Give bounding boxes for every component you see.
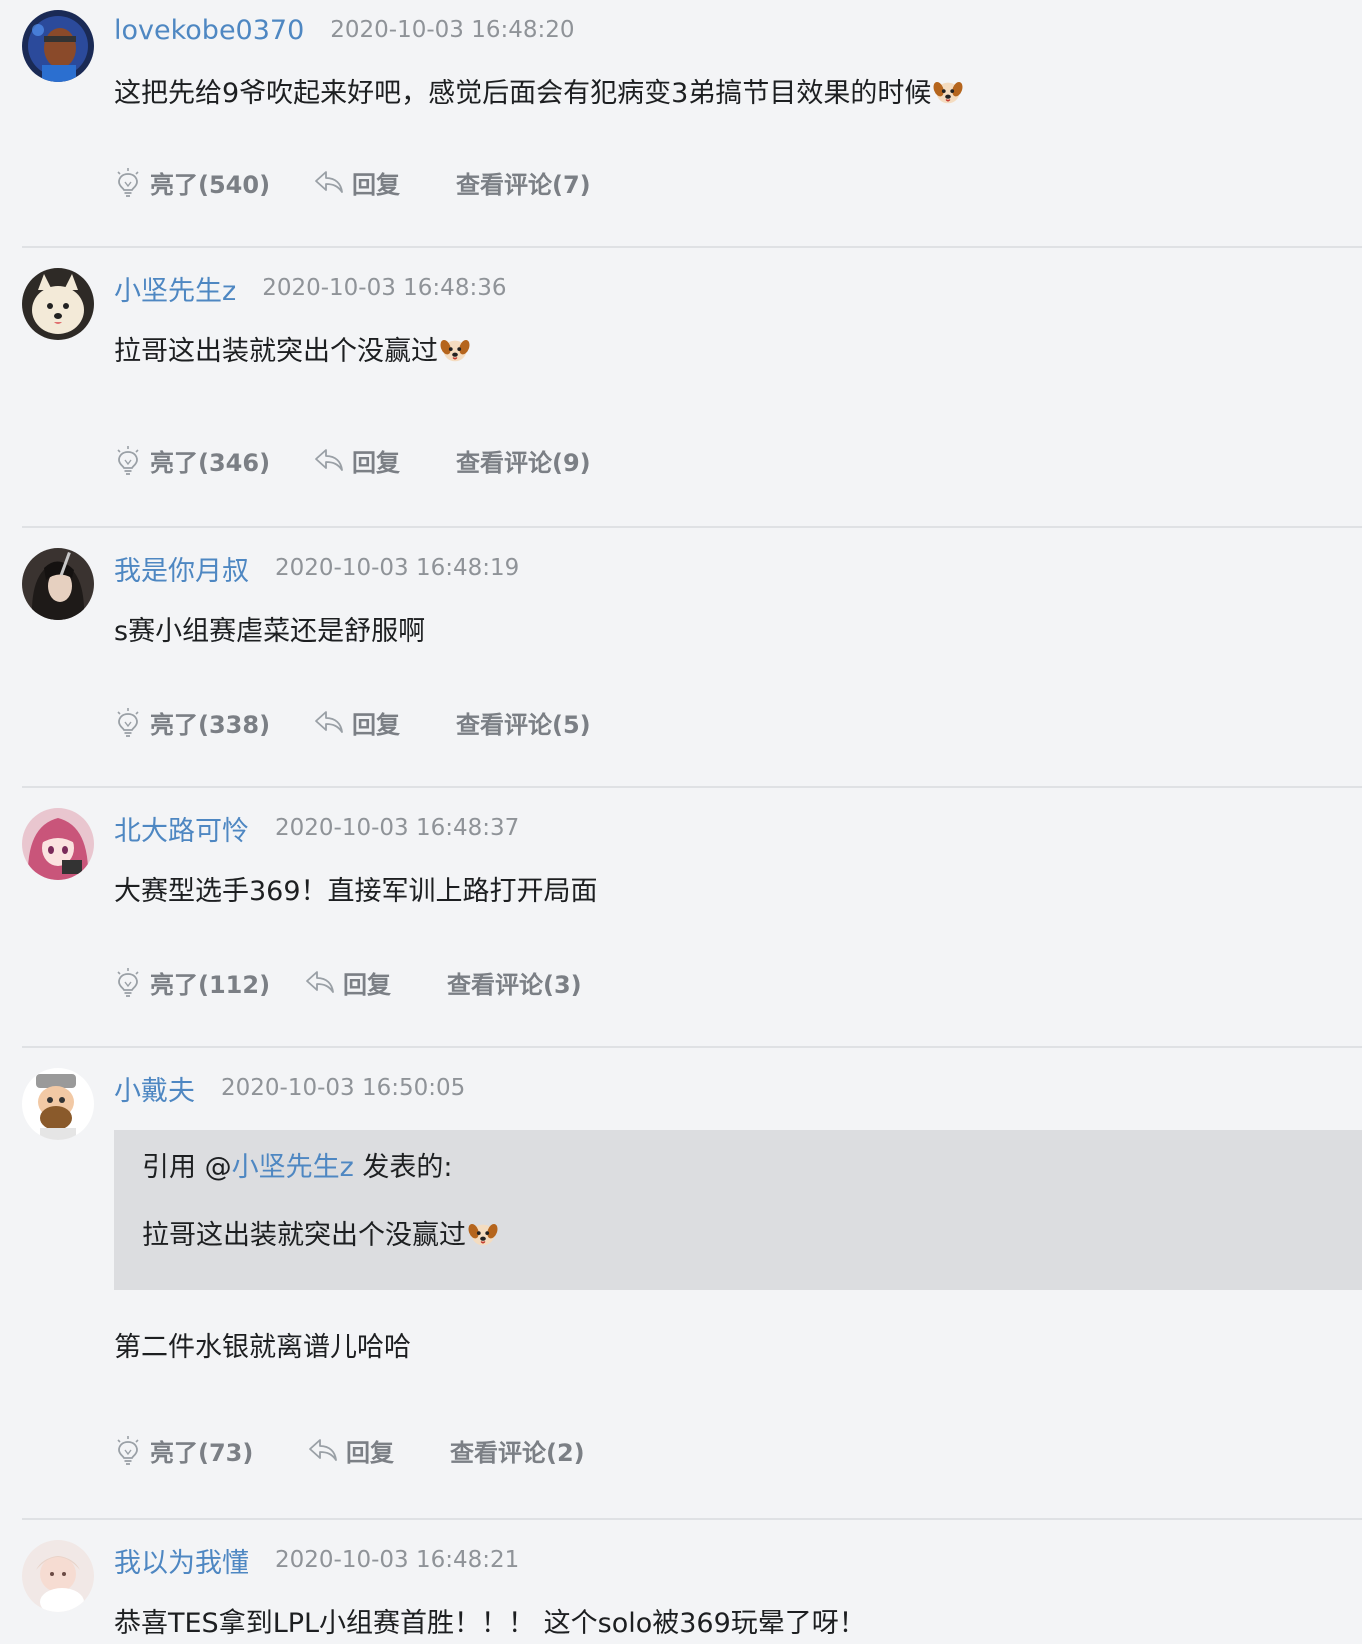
comment-header: 北大路可怜 2020-10-03 16:48:37 — [114, 808, 519, 848]
avatar[interactable] — [22, 548, 94, 620]
divider — [22, 526, 1362, 528]
reply-arrow-icon — [314, 169, 344, 195]
avatar[interactable] — [22, 268, 94, 340]
reply-button[interactable]: 回复 — [308, 1433, 450, 1468]
comment-header: lovekobe0370 2020-10-03 16:48:20 — [114, 10, 575, 50]
timestamp: 2020-10-03 16:48:21 — [275, 1547, 520, 1573]
timestamp: 2020-10-03 16:48:20 — [330, 17, 575, 43]
timestamp: 2020-10-03 16:48:36 — [262, 275, 507, 301]
dog-face-emoji — [440, 335, 470, 365]
comment-item: 小戴夫 2020-10-03 16:50:05 引用 @小坚先生z 发表的: 拉… — [22, 1058, 1362, 1520]
reply-button[interactable]: 回复 — [305, 965, 447, 1000]
reply-arrow-icon — [305, 969, 335, 995]
quoted-comment: 引用 @小坚先生z 发表的: 拉哥这出装就突出个没赢过 — [114, 1130, 1362, 1290]
username-link[interactable]: 小坚先生z — [114, 269, 236, 308]
timestamp: 2020-10-03 16:50:05 — [221, 1075, 466, 1101]
dog-face-emoji — [468, 1219, 498, 1249]
view-comments-link[interactable]: 查看评论(5) — [456, 705, 591, 740]
avatar[interactable] — [22, 10, 94, 82]
divider — [22, 1046, 1362, 1048]
lightbulb-icon — [114, 1435, 142, 1465]
comment-header: 我以为我懂 2020-10-03 16:48:21 — [114, 1540, 519, 1580]
comment-item: 我是你月叔 2020-10-03 16:48:19 s赛小组赛虐菜还是舒服啊 亮… — [22, 538, 1362, 788]
lightbulb-icon — [114, 707, 142, 737]
comment-text: 大赛型选手369！直接军训上路打开局面 — [114, 876, 598, 907]
comment-feed: lovekobe0370 2020-10-03 16:48:20 这把先给9爷吹… — [0, 0, 1362, 1644]
like-button[interactable]: 亮了(112) — [114, 965, 305, 1000]
comment-item: 我以为我懂 2020-10-03 16:48:21 恭喜TES拿到LPL小组赛首… — [22, 1530, 1362, 1644]
username-link[interactable]: 我是你月叔 — [114, 549, 249, 588]
like-button[interactable]: 亮了(346) — [114, 443, 314, 478]
timestamp: 2020-10-03 16:48:19 — [275, 555, 520, 581]
comment-text: 这把先给9爷吹起来好吧，感觉后面会有犯病变3弟搞节目效果的时候 — [114, 76, 1362, 112]
reply-arrow-icon — [314, 709, 344, 735]
avatar[interactable] — [22, 1068, 94, 1140]
comment-text: 恭喜TES拿到LPL小组赛首胜！！！ 这个solo被369玩晕了呀！ — [114, 1608, 866, 1639]
comment-header: 小坚先生z 2020-10-03 16:48:36 — [114, 268, 506, 308]
reply-arrow-icon — [314, 447, 344, 473]
quote-attribution: 引用 @小坚先生z 发表的: — [142, 1152, 453, 1183]
comment-actions: 亮了(338) 回复 查看评论(5) — [114, 704, 591, 740]
comment-actions: 亮了(112) 回复 查看评论(3) — [114, 964, 582, 1000]
comment-item: 北大路可怜 2020-10-03 16:48:37 大赛型选手369！直接军训上… — [22, 798, 1362, 1048]
divider — [22, 786, 1362, 788]
divider — [22, 1518, 1362, 1520]
username-link[interactable]: 我以为我懂 — [114, 1541, 249, 1580]
lightbulb-icon — [114, 167, 142, 197]
dog-face-emoji — [933, 77, 963, 107]
avatar[interactable] — [22, 1540, 94, 1612]
like-button[interactable]: 亮了(73) — [114, 1433, 308, 1468]
like-button[interactable]: 亮了(540) — [114, 165, 314, 200]
lightbulb-icon — [114, 967, 142, 997]
divider — [22, 246, 1362, 248]
timestamp: 2020-10-03 16:48:37 — [275, 815, 520, 841]
username-link[interactable]: 小戴夫 — [114, 1069, 195, 1108]
like-button[interactable]: 亮了(338) — [114, 705, 314, 740]
username-link[interactable]: lovekobe0370 — [114, 15, 304, 46]
comment-header: 我是你月叔 2020-10-03 16:48:19 — [114, 548, 519, 588]
view-comments-link[interactable]: 查看评论(7) — [456, 165, 591, 200]
lightbulb-icon — [114, 445, 142, 475]
quote-text: 拉哥这出装就突出个没赢过 — [142, 1218, 498, 1254]
quoted-username-link[interactable]: 小坚先生z — [232, 1152, 354, 1183]
comment-actions: 亮了(346) 回复 查看评论(9) — [114, 442, 591, 478]
comment-item: lovekobe0370 2020-10-03 16:48:20 这把先给9爷吹… — [22, 0, 1362, 248]
view-comments-link[interactable]: 查看评论(3) — [447, 965, 582, 1000]
reply-arrow-icon — [308, 1437, 338, 1463]
view-comments-link[interactable]: 查看评论(9) — [456, 443, 591, 478]
reply-button[interactable]: 回复 — [314, 705, 456, 740]
comment-actions: 亮了(540) 回复 查看评论(7) — [114, 164, 591, 200]
comment-actions: 亮了(73) 回复 查看评论(2) — [114, 1432, 585, 1468]
reply-button[interactable]: 回复 — [314, 443, 456, 478]
comment-item: 小坚先生z 2020-10-03 16:48:36 拉哥这出装就突出个没赢过 亮… — [22, 258, 1362, 528]
avatar[interactable] — [22, 808, 94, 880]
view-comments-link[interactable]: 查看评论(2) — [450, 1433, 585, 1468]
comment-text: s赛小组赛虐菜还是舒服啊 — [114, 616, 426, 647]
comment-header: 小戴夫 2020-10-03 16:50:05 — [114, 1068, 465, 1108]
comment-text: 第二件水银就离谱儿哈哈 — [114, 1332, 411, 1363]
username-link[interactable]: 北大路可怜 — [114, 809, 249, 848]
reply-button[interactable]: 回复 — [314, 165, 456, 200]
comment-text: 拉哥这出装就突出个没赢过 — [114, 334, 1362, 370]
